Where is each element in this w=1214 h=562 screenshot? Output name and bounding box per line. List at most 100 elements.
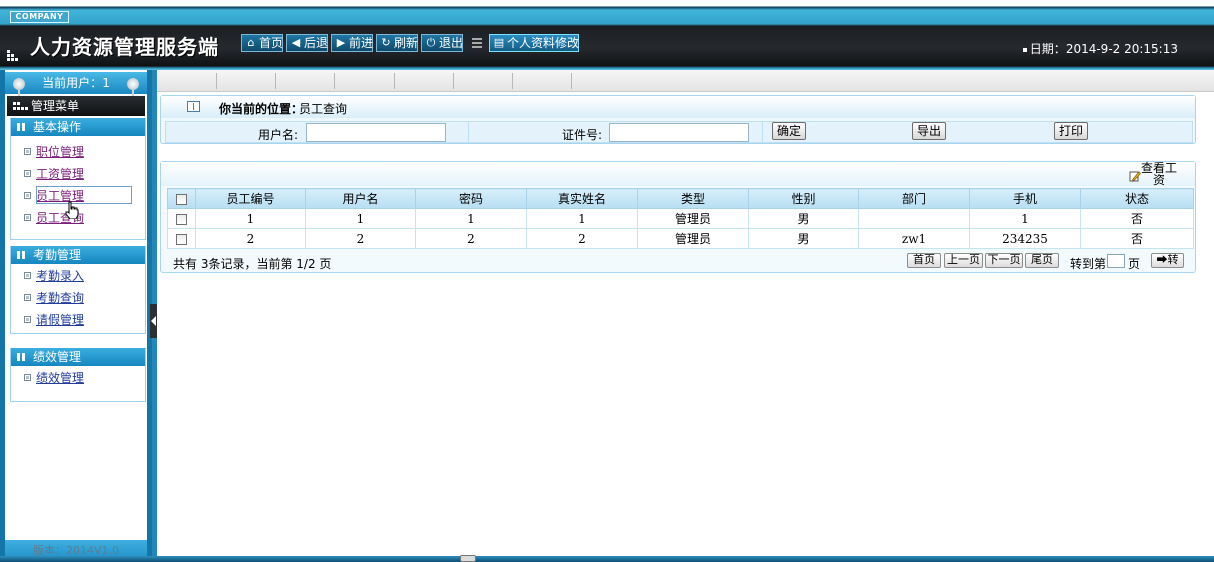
table-cell: 1: [415, 208, 527, 229]
idcard-label: 证件号:: [562, 128, 603, 142]
view-salary-button[interactable]: 查看工资: [1129, 162, 1179, 186]
app-header: COMPANY 人力资源管理服务端 ⌂ 首页 ◀ 后退 ▶ 前进 ↻ 刷新 ⏻ 退出 ▤ 个…: [0, 0, 1214, 70]
refresh-button[interactable]: ↻ 刷新: [376, 34, 418, 52]
forward-button[interactable]: ▶ 前进: [331, 34, 373, 52]
bullet-icon: [1022, 47, 1027, 52]
search-form: 用户名: 证件号: 确定 导出 打印: [165, 121, 1193, 143]
column-header: 类型: [637, 188, 749, 209]
table-cell: [858, 208, 970, 229]
table-row[interactable]: 2 2 2 2 管理员 男 zw1 234235 否: [167, 228, 1194, 249]
menu-group-title[interactable]: 绩效管理: [11, 348, 145, 366]
sidebar-panel: 当前用户：1 管理菜单 基本操作 职位管理 工资管理 员工管理 员工查询 考勤管…: [5, 70, 147, 562]
table-cell: 1: [526, 208, 638, 229]
logout-button[interactable]: ⏻ 退出: [421, 34, 463, 52]
bullet-icon: [24, 214, 31, 221]
bullet-icon: [24, 374, 31, 381]
menu-item-position[interactable]: 职位管理: [11, 141, 145, 163]
print-button[interactable]: 打印: [1054, 122, 1088, 140]
column-header: 员工编号: [195, 188, 306, 209]
table-cell: 2: [415, 228, 527, 249]
table-cell: 1: [195, 208, 306, 229]
menu-item-leave[interactable]: 请假管理: [11, 309, 145, 331]
menu-group-title[interactable]: 考勤管理: [11, 246, 145, 264]
table-cell: 男: [748, 228, 859, 249]
select-all-checkbox[interactable]: [176, 193, 187, 205]
column-header: 性别: [748, 188, 859, 209]
menu-group-basic: 基本操作 职位管理 工资管理 员工管理 员工查询: [10, 118, 146, 240]
employee-table: 员工编号 用户名 密码 真实姓名 类型 性别 部门 手机 状态 1 1 1 1 …: [167, 188, 1194, 249]
table-cell: 管理员: [637, 208, 749, 229]
top-tab-bar: [150, 70, 1214, 92]
table-header-row: 员工编号 用户名 密码 真实姓名 类型 性别 部门 手机 状态: [167, 188, 1194, 209]
menu-group-title[interactable]: 基本操作: [11, 118, 145, 136]
bullet-icon: [24, 272, 31, 279]
select-all-cell: [167, 188, 196, 209]
menu-group-attendance: 考勤管理 考勤录入 考勤查询 请假管理: [10, 246, 146, 334]
last-page-button[interactable]: 尾页: [1025, 253, 1059, 268]
table-row[interactable]: 1 1 1 1 管理员 男 1 否: [167, 208, 1194, 229]
back-button[interactable]: ◀ 后退: [286, 34, 328, 52]
username-input[interactable]: [306, 123, 446, 142]
pin-icon: [13, 78, 25, 96]
menu-item-performance[interactable]: 绩效管理: [11, 367, 145, 389]
column-header: 用户名: [305, 188, 416, 209]
next-page-button[interactable]: 下一页: [985, 253, 1023, 268]
export-button[interactable]: 导出: [912, 122, 946, 140]
app-title: 人力资源管理服务端: [30, 35, 219, 59]
menu-header: 管理菜单: [7, 96, 145, 116]
go-button[interactable]: ➡转: [1151, 253, 1184, 268]
results-panel: 查看工资 员工编号 用户名 密码 真实姓名 类型 性别 部门 手机 状态 1 1…: [160, 161, 1196, 273]
logo-dots-icon: [7, 50, 19, 62]
idcard-input[interactable]: [609, 123, 749, 142]
header-date: 日期：2014-9-2 20:15:13: [1022, 40, 1178, 57]
refresh-icon: ↻: [381, 36, 391, 49]
first-page-button[interactable]: 首页: [907, 253, 941, 268]
table-cell: 1: [305, 208, 416, 229]
bullet-icon: [24, 316, 31, 323]
menu-lines-icon: [472, 38, 482, 48]
grid-toolbar: 查看工资: [161, 162, 1195, 186]
goto-label: 转到第: [1070, 257, 1107, 271]
confirm-button[interactable]: 确定: [772, 122, 806, 140]
grid-dots-icon: [13, 102, 28, 111]
hand-cursor-icon: [65, 201, 79, 219]
table-cell: 234235: [969, 228, 1081, 249]
table-cell: 否: [1080, 228, 1194, 249]
resize-handle[interactable]: [460, 555, 476, 562]
row-checkbox[interactable]: [176, 233, 187, 245]
layout-icon: [187, 101, 200, 112]
menu-item-salary[interactable]: 工资管理: [11, 163, 145, 185]
edit-icon: [1129, 171, 1141, 182]
menu-item-attendance-query[interactable]: 考勤查询: [11, 287, 145, 309]
power-icon: ⏻: [426, 36, 436, 49]
table-cell: 1: [969, 208, 1081, 229]
location-label: 你当前的位置：: [219, 102, 304, 116]
table-cell: zw1: [858, 228, 970, 249]
arrow-left-icon: ◀: [291, 36, 301, 49]
goto-page-input[interactable]: [1107, 254, 1125, 268]
bullet-icon: [24, 192, 31, 199]
column-header: 手机: [969, 188, 1081, 209]
profile-edit-button[interactable]: ▤ 个人资料修改: [489, 34, 579, 52]
bars-icon: [17, 353, 28, 361]
bullet-icon: [24, 148, 31, 155]
prev-page-button[interactable]: 上一页: [944, 253, 983, 268]
bottom-frame-bar: [0, 556, 1214, 562]
column-header: 部门: [858, 188, 970, 209]
row-checkbox[interactable]: [176, 213, 187, 225]
home-button[interactable]: ⌂ 首页: [241, 34, 283, 52]
company-logo: COMPANY: [10, 11, 69, 23]
collapse-sidebar-button[interactable]: [150, 304, 157, 338]
row-select-cell: [167, 228, 196, 249]
menu-item-attendance-entry[interactable]: 考勤录入: [11, 265, 145, 287]
pin-icon: [127, 78, 139, 96]
table-cell: 管理员: [637, 228, 749, 249]
bullet-icon: [24, 294, 31, 301]
location-bar: 你当前的位置： 员工查询: [161, 96, 1195, 118]
page-unit-label: 页: [1128, 257, 1141, 271]
bullet-icon: [24, 170, 31, 177]
pagination-bar: 共有 3条记录，当前第 1/2 页 首页 上一页 下一页 尾页 转到第 页 ➡转: [161, 250, 1195, 272]
current-user-bar: 当前用户：1: [5, 72, 147, 94]
menu-group-performance: 绩效管理 绩效管理: [10, 348, 146, 402]
username-label: 用户名:: [258, 128, 299, 142]
